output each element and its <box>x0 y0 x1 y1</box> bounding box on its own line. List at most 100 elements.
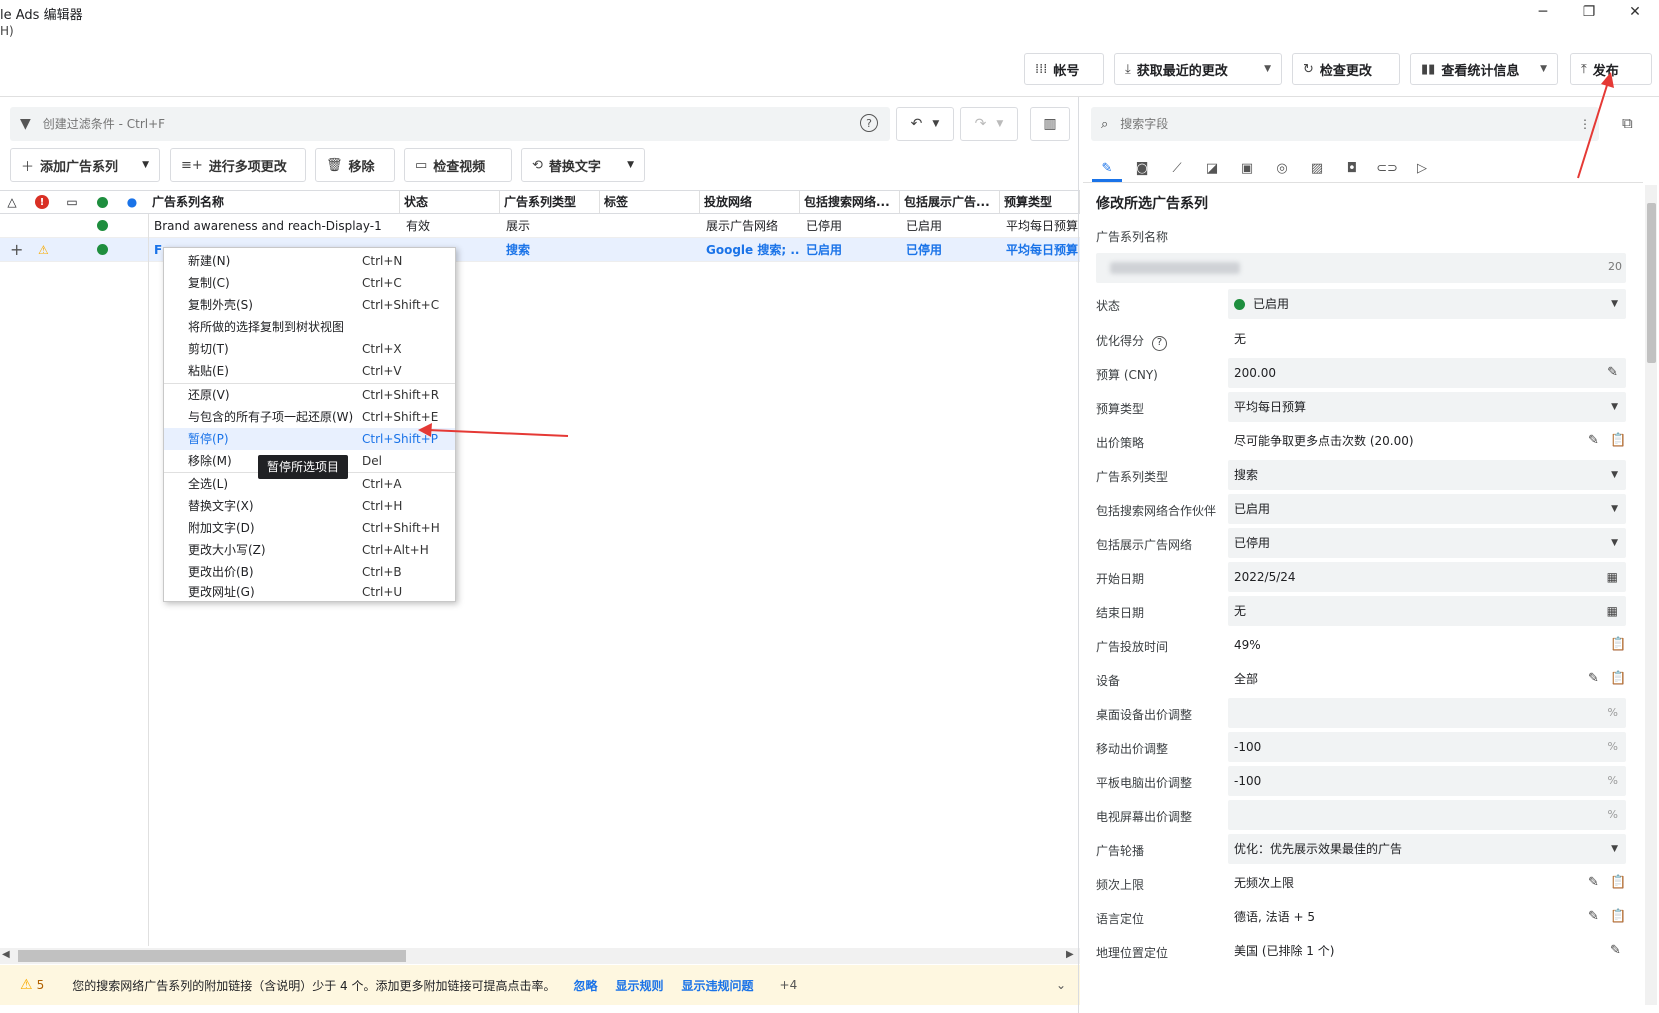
scrollbar-thumb[interactable] <box>1647 203 1656 363</box>
menu-item-copy[interactable]: 复制(C) Ctrl+C <box>164 272 455 294</box>
status-dot-icon[interactable] <box>94 194 110 210</box>
minimize-icon[interactable]: ─ <box>1520 0 1566 24</box>
filter-bar[interactable]: ▼ <box>10 107 890 141</box>
field-tv-bid-adj[interactable]: 电视屏幕出价调整 % <box>1096 798 1626 832</box>
multi-change-button[interactable]: ≡+ 进行多项更改 <box>170 148 306 182</box>
remove-button[interactable]: 🗑 移除 <box>315 148 395 182</box>
chevron-down-icon[interactable]: ▼ <box>627 160 634 170</box>
table-row[interactable]: + ⚠ F 搜索 Google 搜索; ... 已启用 已停用 平均每日预算 <box>0 238 1080 262</box>
field-end-date[interactable]: 结束日期 无 ▦ <box>1096 594 1626 628</box>
lightbulb-icon[interactable]: ● <box>124 194 140 210</box>
menu-item-change-url[interactable]: 更改网址(G) Ctrl+U <box>164 583 455 601</box>
menu-help[interactable]: H) <box>0 24 14 38</box>
ignore-link[interactable]: 忽略 <box>573 977 597 994</box>
field-location[interactable]: 地理位置定位 美国 (已排除 1 个) ✎ <box>1096 934 1626 968</box>
chevron-down-icon[interactable]: ▼ <box>1254 64 1271 74</box>
field-campaign-type[interactable]: 广告系列类型 搜索 ▼ <box>1096 458 1626 492</box>
clipboard-icon[interactable]: 📋 <box>1610 671 1626 686</box>
menu-item-copy-shell[interactable]: 复制外壳(S) Ctrl+Shift+C <box>164 294 455 316</box>
scroll-left-icon[interactable]: ◀ <box>2 949 10 960</box>
edit-icon[interactable]: ✎ <box>1092 155 1122 181</box>
field-frequency-cap[interactable]: 频次上限 无频次上限 ✎ 📋 <box>1096 866 1626 900</box>
help-icon[interactable]: ? <box>1152 336 1168 351</box>
field-bid-strategy[interactable]: 出价策略 尽可能争取更多点击次数 (20.00) ✎ 📋 <box>1096 424 1626 458</box>
more-vert-icon[interactable]: ⋮ <box>1579 117 1591 131</box>
menu-item-pause[interactable]: 暂停(P) Ctrl+Shift+P <box>164 428 455 450</box>
field-budget-type[interactable]: 预算类型 平均每日预算 ▼ <box>1096 390 1626 424</box>
pencil-icon[interactable]: ✎ <box>1607 358 1618 388</box>
chevron-down-icon[interactable]: ▼ <box>1530 64 1547 74</box>
field-start-date[interactable]: 开始日期 2022/5/24 ▦ <box>1096 560 1626 594</box>
col-search-partners[interactable]: 包括搜索网络... <box>800 191 900 213</box>
menu-item-cut[interactable]: 剪切(T) Ctrl+X <box>164 338 455 360</box>
menu-item-replace-text[interactable]: 替换文字(X) Ctrl+H <box>164 495 455 517</box>
pencil-icon[interactable]: ✎ <box>1588 671 1599 686</box>
pencil-icon[interactable]: ✎ <box>1610 943 1621 958</box>
check-video-button[interactable]: ▭ 检查视频 <box>404 148 512 182</box>
menu-item-change-case[interactable]: 更改大小写(Z) Ctrl+Alt+H <box>164 539 455 561</box>
show-violations-link[interactable]: 显示违规问题 <box>682 977 754 994</box>
field-display-network[interactable]: 包括展示广告网络 已停用 ▼ <box>1096 526 1626 560</box>
search-partners-cell[interactable]: 已停用 <box>802 214 900 238</box>
magic-wand-icon[interactable]: ⟋ <box>1162 155 1192 181</box>
video-icon[interactable]: ▣ <box>1232 155 1262 181</box>
chevron-down-icon[interactable]: ▼ <box>1611 392 1618 422</box>
menu-item-change-bid[interactable]: 更改出价(B) Ctrl+B <box>164 561 455 583</box>
clipboard-icon[interactable]: 📋 <box>1610 875 1626 890</box>
clipboard-icon[interactable]: 📋 <box>1610 909 1626 924</box>
field-search[interactable]: ⌕ ⋮ <box>1091 107 1599 141</box>
get-recent-changes-button[interactable]: ⤓ 获取最近的更改 ▼ <box>1114 53 1282 85</box>
restore-icon[interactable]: ❐ <box>1566 0 1612 24</box>
status-cell[interactable]: 有效 <box>402 214 500 238</box>
show-rules-link[interactable]: 显示规则 <box>616 977 664 994</box>
calendar-icon[interactable]: ▦ <box>1607 562 1618 592</box>
chevron-down-icon[interactable]: ▼ <box>1611 528 1618 558</box>
check-changes-button[interactable]: ↻ 检查更改 <box>1292 53 1400 85</box>
col-budget-type[interactable]: 预算类型 <box>1000 191 1080 213</box>
network-cell[interactable]: 展示广告网络 <box>702 214 800 238</box>
tag-icon[interactable]: ◪ <box>1197 155 1227 181</box>
display-network-cell[interactable]: 已停用 <box>902 238 1000 262</box>
search-partners-cell[interactable]: 已启用 <box>802 238 900 262</box>
field-desktop-bid-adj[interactable]: 桌面设备出价调整 % <box>1096 696 1626 730</box>
image-icon[interactable]: ▨ <box>1302 155 1332 181</box>
pencil-icon[interactable]: ✎ <box>1588 909 1599 924</box>
field-status[interactable]: 状态 已启用 ▼ <box>1096 287 1626 321</box>
add-campaign-button[interactable]: ＋ 添加广告系列 ▼ <box>10 148 160 182</box>
type-cell[interactable]: 展示 <box>502 214 600 238</box>
col-campaign-name[interactable]: 广告系列名称 <box>148 191 400 213</box>
col-display-network[interactable]: 包括展示广告... <box>900 191 1000 213</box>
pencil-icon[interactable]: ✎ <box>1588 875 1599 890</box>
col-network[interactable]: 投放网络 <box>700 191 800 213</box>
menu-item-append-text[interactable]: 附加文字(D) Ctrl+Shift+H <box>164 517 455 539</box>
close-icon[interactable]: ✕ <box>1612 0 1658 24</box>
chevron-down-icon[interactable]: ⌄ <box>1056 978 1066 992</box>
account-button[interactable]: ⁞⁞⁞ 帐号 <box>1024 53 1104 85</box>
comment-icon[interactable]: ▭ <box>64 194 80 210</box>
view-stats-button[interactable]: ▮▮ 查看统计信息 ▼ <box>1410 53 1558 85</box>
expand-icon[interactable]: + <box>6 238 23 262</box>
open-external-icon[interactable]: ⧉ <box>1622 114 1633 132</box>
label-cell[interactable] <box>602 238 700 262</box>
field-ad-rotation[interactable]: 广告轮播 优化：优先展示效果最佳的广告 ▼ <box>1096 832 1626 866</box>
budget-type-cell[interactable]: 平均每日预算 <box>1002 238 1080 262</box>
chevron-down-icon[interactable]: ▼ <box>142 160 149 170</box>
error-icon[interactable]: ! <box>34 194 50 210</box>
target-icon[interactable]: ◎ <box>1267 155 1297 181</box>
menu-item-copy-to-tree[interactable]: 将所做的选择复制到树状视图 <box>164 316 455 338</box>
more-count[interactable]: +4 <box>780 978 798 992</box>
display-network-cell[interactable]: 已启用 <box>902 214 1000 238</box>
field-tablet-bid-adj[interactable]: 平板电脑出价调整 -100% <box>1096 764 1626 798</box>
menu-item-revert-all[interactable]: 与包含的所有子项一起还原(W) Ctrl+Shift+E <box>164 406 455 428</box>
field-search-input[interactable] <box>1120 117 1541 131</box>
network-cell[interactable]: Google 搜索; ... <box>702 238 800 262</box>
campaign-name-cell[interactable]: Brand awareness and reach-Display-1 <box>150 214 400 238</box>
budget-type-cell[interactable]: 平均每日预算 <box>1002 214 1080 238</box>
undo-button[interactable]: ↶ ▼ <box>896 107 954 141</box>
chevron-down-icon[interactable]: ▼ <box>1611 494 1618 524</box>
menu-item-paste[interactable]: 粘贴(E) Ctrl+V <box>164 360 455 382</box>
scroll-right-icon[interactable]: ▶ <box>1066 949 1074 960</box>
field-devices[interactable]: 设备 全部 ✎ 📋 <box>1096 662 1626 696</box>
clipboard-icon[interactable]: 📋 <box>1610 637 1626 652</box>
money-icon[interactable]: ◙ <box>1127 155 1157 181</box>
